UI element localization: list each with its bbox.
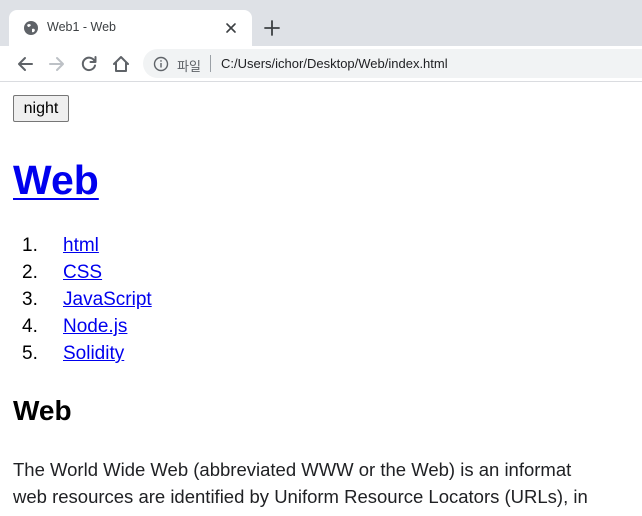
- new-tab-button[interactable]: [262, 18, 282, 38]
- address-bar[interactable]: 파일 C:/Users/ichor/Desktop/Web/index.html: [143, 49, 642, 78]
- topic-link-solidity[interactable]: Solidity: [63, 340, 124, 367]
- browser-toolbar: 파일 C:/Users/ichor/Desktop/Web/index.html: [0, 46, 642, 82]
- home-button[interactable]: [111, 54, 131, 74]
- tab-strip: Web1 - Web: [0, 0, 642, 46]
- night-mode-button[interactable]: night: [13, 95, 69, 122]
- list-number: 2.: [22, 262, 38, 283]
- url-text[interactable]: C:/Users/ichor/Desktop/Web/index.html: [221, 56, 448, 71]
- page-viewport: night Web 1. html 2. CSS 3. JavaScript 4…: [0, 82, 642, 516]
- list-number: 1.: [22, 235, 38, 256]
- reload-button[interactable]: [79, 54, 99, 74]
- close-icon[interactable]: [223, 20, 239, 36]
- paragraph-line-1: The World Wide Web (abbreviated WWW or t…: [13, 459, 572, 480]
- forward-button[interactable]: [47, 54, 67, 74]
- page-title: Web: [13, 157, 99, 203]
- list-number: 3.: [22, 289, 38, 310]
- scheme-label: 파일: [177, 59, 201, 74]
- divider: [210, 55, 211, 72]
- back-button[interactable]: [15, 54, 35, 74]
- section-heading: Web: [13, 395, 72, 426]
- topic-link-nodejs[interactable]: Node.js: [63, 313, 127, 340]
- page-title-link[interactable]: Web: [13, 157, 99, 203]
- list-number: 4.: [22, 316, 38, 337]
- body-paragraph: The World Wide Web (abbreviated WWW or t…: [13, 456, 642, 510]
- tab-title: Web1 - Web: [47, 20, 117, 34]
- topic-link-javascript[interactable]: JavaScript: [63, 286, 152, 313]
- globe-icon: [23, 20, 39, 36]
- paragraph-line-2: web resources are identified by Uniform …: [13, 486, 588, 507]
- topic-link-css[interactable]: CSS: [63, 259, 102, 286]
- browser-tab[interactable]: Web1 - Web: [9, 10, 252, 46]
- info-icon[interactable]: [153, 56, 169, 72]
- list-number: 5.: [22, 343, 38, 364]
- topic-link-html[interactable]: html: [63, 232, 99, 259]
